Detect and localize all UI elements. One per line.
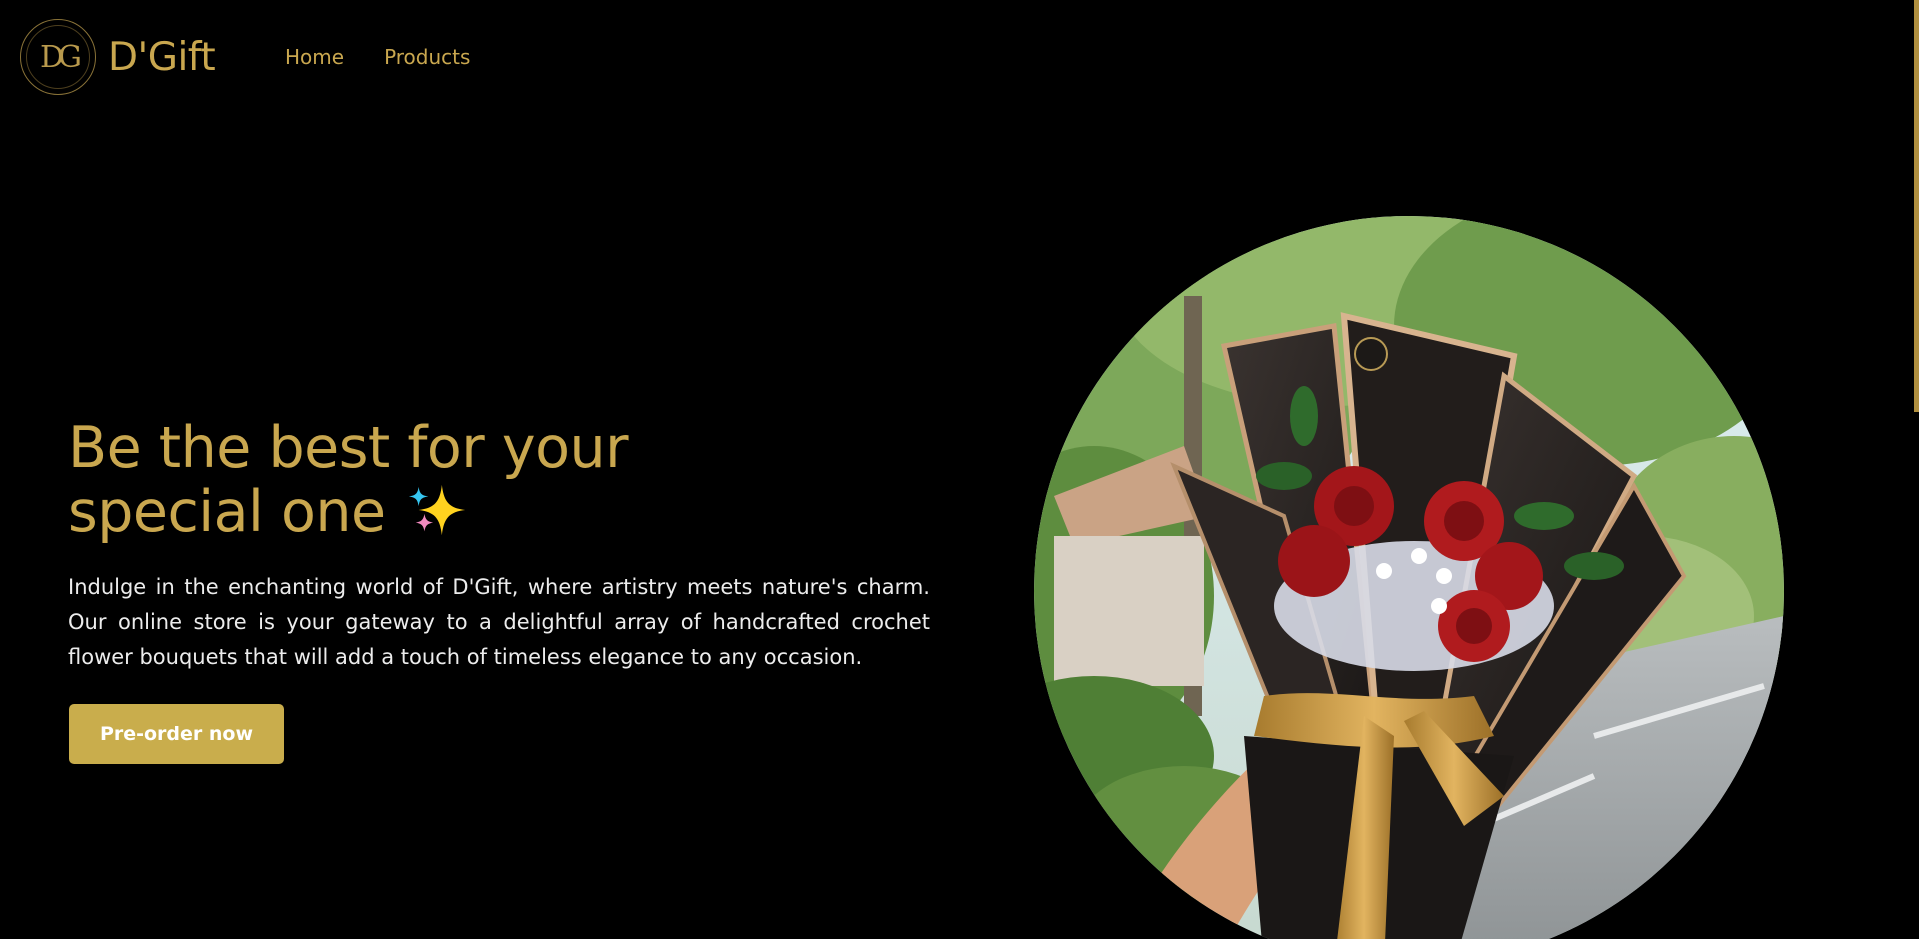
hero-title: Be the best for your special one (68, 417, 828, 543)
bouquet-photo (1034, 216, 1784, 939)
brand-name: D'Gift (108, 34, 216, 80)
hero-title-text: Be the best for your special one (68, 415, 629, 545)
hero-description: Indulge in the enchanting world of D'Gif… (68, 575, 930, 669)
bouquet-illustration (1034, 216, 1784, 939)
brand-logo: DG (20, 19, 96, 95)
pre-order-button[interactable]: Pre-order now (69, 704, 284, 764)
site-header: DG D'Gift Home Products (0, 0, 1919, 115)
nav-home[interactable]: Home (285, 45, 344, 69)
logo-monogram: DG (39, 39, 82, 75)
page: DG D'Gift Home Products Be the best for … (0, 0, 1919, 939)
main-nav: Home Products (285, 45, 470, 69)
sparkles-icon (409, 484, 466, 536)
brand-link[interactable]: DG D'Gift (20, 19, 216, 95)
nav-products[interactable]: Products (384, 45, 470, 69)
scrollbar-thumb[interactable] (1914, 0, 1919, 412)
